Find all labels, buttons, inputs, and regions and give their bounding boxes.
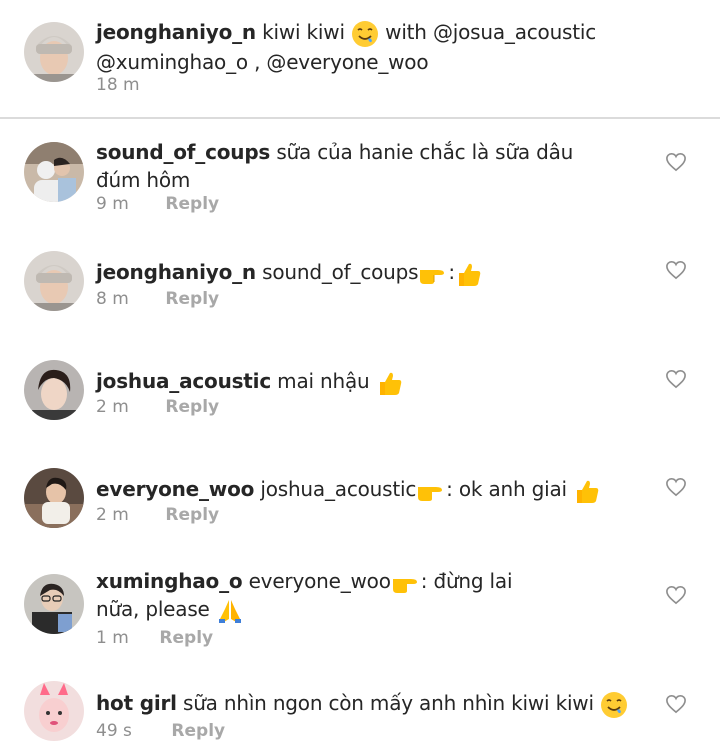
caption-text-part2: with @josua_acoustic [385,20,597,44]
avatar[interactable] [24,251,84,311]
avatar-beanie [24,251,84,311]
caption-meta: 18 m [96,74,140,96]
pointing-right-emoji [418,486,443,501]
comment-body-after: đừng lai [433,569,513,593]
comment-text: hot girl sữa nhìn ngon còn mấy anh nhìn … [96,689,656,719]
comment-item: jeonghaniyo_n sound_of_coups : 8 m Reply [0,229,720,339]
avatar-beanie [24,22,84,82]
avatar-two-people [24,142,84,202]
pointing-right-emoji [392,578,417,593]
thumbs-up-emoji [458,263,481,286]
comment-body-line2: nữa, please [96,597,210,621]
avatar[interactable] [24,360,84,420]
avatar-glasses [24,574,84,634]
comment-body: sữa nhìn ngon còn mấy anh nhìn kiwi kiwi [182,691,594,715]
reply-button[interactable]: Reply [159,628,213,648]
comment-text: joshua_acoustic mai nhậu [96,367,656,397]
heart-outline-icon[interactable] [665,152,687,172]
comment-timestamp: 49 s [96,721,132,741]
comment-timestamp: 9 m [96,194,129,214]
comment-item: sound_of_coups sữa của hanie chắc là sữa… [0,119,720,229]
caption-username[interactable]: jeonghaniyo_n [96,20,256,44]
caption-text-line2: @xuminghao_o , @everyone_woo [96,49,429,74]
comment-meta: 1 m Reply [96,627,213,649]
comment-timestamp: 1 m [96,628,129,648]
comment-text: everyone_woo joshua_acoustic : ok anh gi… [96,475,656,505]
comment-timestamp: 2 m [96,505,129,525]
comment-body: everyone_woo [248,569,391,593]
heart-outline-icon[interactable] [665,477,687,497]
comment-item: xuminghao_o everyone_woo : đừng lai nữa,… [0,555,720,673]
comment-body: sữa của hanie chắc là sữa dâu [276,140,574,164]
avatar[interactable] [24,142,84,202]
drooling-face-emoji [601,691,627,718]
pointing-right-emoji [420,269,445,284]
comment-body: sound_of_coups [262,260,419,284]
comment-item: hot girl sữa nhìn ngon còn mấy anh nhìn … [0,673,720,751]
reply-button[interactable]: Reply [165,194,219,214]
caption-text-part1: kiwi kiwi [262,20,345,44]
caption-timestamp: 18 m [96,75,140,95]
comment-username[interactable]: everyone_woo [96,477,254,501]
comment-username[interactable]: jeonghaniyo_n [96,260,256,284]
comment-item: everyone_woo joshua_acoustic : ok anh gi… [0,447,720,555]
comment-timestamp: 8 m [96,289,129,309]
avatar[interactable] [24,22,84,82]
reply-button[interactable]: Reply [165,397,219,417]
comment-meta: 9 m Reply [96,193,219,215]
heart-outline-icon[interactable] [665,694,687,714]
comment-text: sound_of_coups sữa của hanie chắc là sữa… [96,138,656,194]
caption-text: jeonghaniyo_n kiwi kiwi with @josua_acou… [96,18,696,76]
comment-text: xuminghao_o everyone_woo : đừng lai nữa,… [96,567,656,625]
comment-username[interactable]: sound_of_coups [96,140,270,164]
avatar[interactable] [24,681,84,741]
comment-meta: 49 s Reply [96,720,225,742]
comment-item: joshua_acoustic mai nhậu 2 m Reply [0,339,720,447]
thumbs-up-emoji [577,480,599,503]
comment-separator: : [446,477,453,501]
comment-username[interactable]: xuminghao_o [96,569,243,593]
comment-meta: 8 m Reply [96,288,219,310]
comment-body-after: ok anh giai [458,477,567,501]
heart-outline-icon[interactable] [665,260,687,280]
comment-meta: 2 m Reply [96,504,219,526]
post-caption: jeonghaniyo_n kiwi kiwi with @josua_acou… [0,0,720,118]
comment-timestamp: 2 m [96,397,129,417]
comment-username[interactable]: hot girl [96,691,177,715]
heart-outline-icon[interactable] [665,369,687,389]
avatar-bunny-filter [24,681,84,741]
avatar-dark-hair [24,360,84,420]
comment-meta: 2 m Reply [96,396,219,418]
comment-body: mai nhậu [277,369,370,393]
comment-username[interactable]: joshua_acoustic [96,369,271,393]
comment-separator: : [420,569,428,593]
folded-hands-emoji [218,599,241,623]
avatar[interactable] [24,468,84,528]
reply-button[interactable]: Reply [165,289,219,309]
comment-body-line2: đúm hôm [96,168,191,192]
avatar-cafe [24,468,84,528]
avatar[interactable] [24,574,84,634]
heart-outline-icon[interactable] [665,585,687,605]
thumbs-up-emoji [379,372,401,395]
comment-text: jeonghaniyo_n sound_of_coups : [96,258,656,288]
comment-body: joshua_acoustic [260,477,417,501]
reply-button[interactable]: Reply [165,505,219,525]
reply-button[interactable]: Reply [171,721,225,741]
drooling-face-emoji [351,20,378,47]
